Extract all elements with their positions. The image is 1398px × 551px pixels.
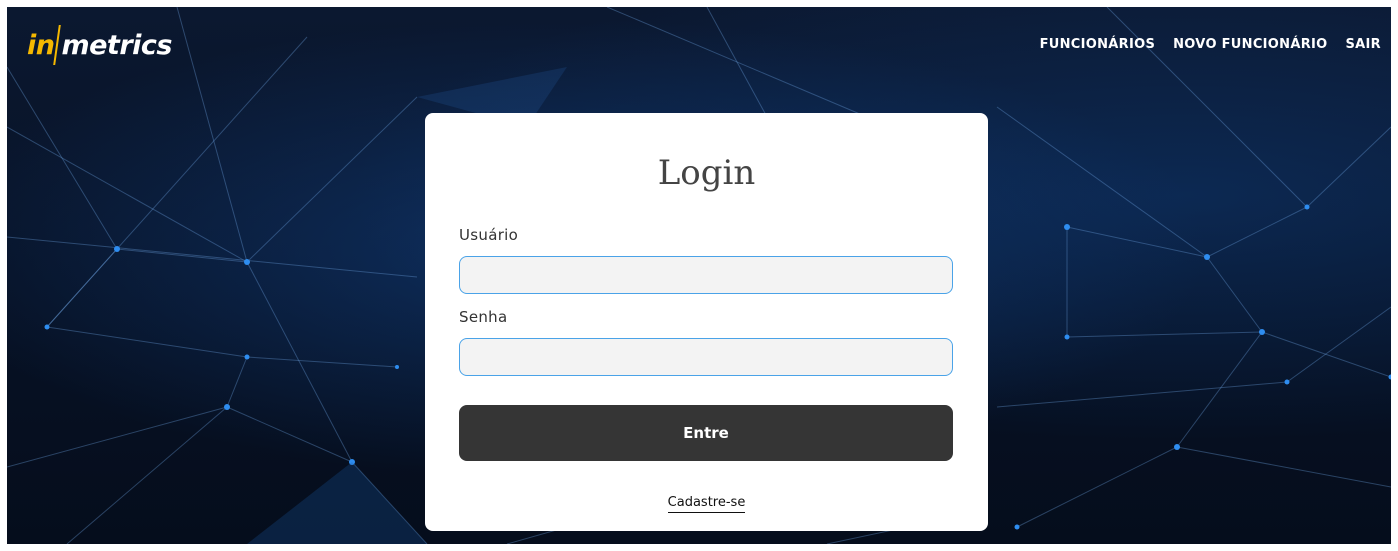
password-input[interactable] bbox=[459, 338, 953, 376]
top-nav: FUNCIONÁRIOS NOVO FUNCIONÁRIO SAIR bbox=[1040, 37, 1381, 52]
nav-link-funcionarios[interactable]: FUNCIONÁRIOS bbox=[1040, 37, 1156, 52]
logo-suffix: metrics bbox=[61, 29, 172, 61]
login-card: Login Usuário Senha Entre Cadastre-se bbox=[425, 113, 988, 531]
username-label: Usuário bbox=[459, 226, 519, 244]
login-title: Login bbox=[657, 153, 756, 193]
nav-link-sair[interactable]: SAIR bbox=[1346, 37, 1381, 52]
logo-prefix: in bbox=[27, 29, 55, 61]
nav-link-novo-funcionario[interactable]: NOVO FUNCIONÁRIO bbox=[1173, 37, 1327, 52]
password-label: Senha bbox=[459, 308, 508, 326]
inmetrics-logo[interactable]: in metrics bbox=[27, 25, 172, 65]
logo-divider bbox=[53, 25, 62, 65]
register-link[interactable]: Cadastre-se bbox=[667, 495, 746, 513]
page-background: in metrics FUNCIONÁRIOS NOVO FUNCIONÁRIO… bbox=[7, 7, 1391, 544]
login-submit-button[interactable]: Entre bbox=[459, 405, 953, 461]
username-input[interactable] bbox=[459, 256, 953, 294]
register-link-container: Cadastre-se bbox=[425, 491, 988, 513]
